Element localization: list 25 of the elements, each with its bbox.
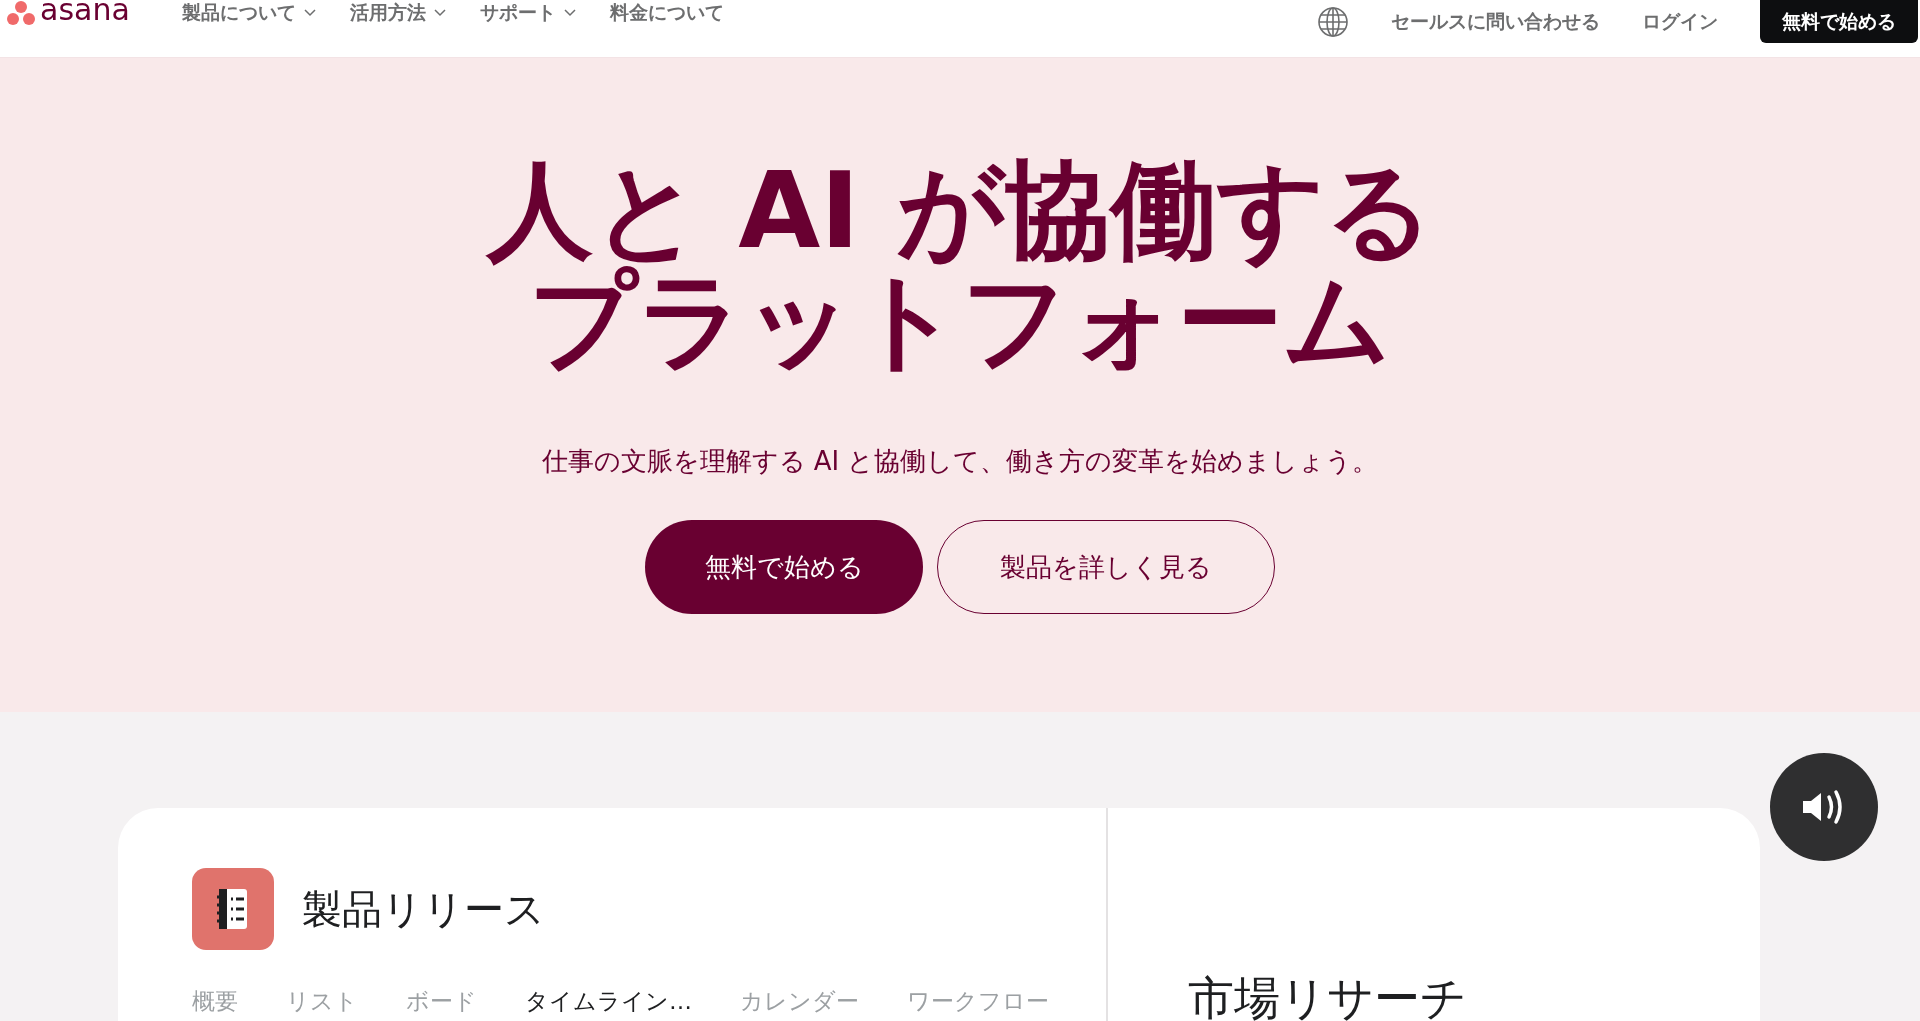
- logo-icon: [6, 0, 36, 26]
- project-tab[interactable]: カレンダー: [740, 986, 859, 1017]
- nav-menu-item[interactable]: 製品について: [181, 0, 316, 26]
- project-tab[interactable]: 概要: [192, 986, 238, 1017]
- nav-menu-item[interactable]: 活用方法: [349, 0, 446, 26]
- logo-wordmark[interactable]: asana: [40, 0, 130, 25]
- chevron-icon: [433, 9, 446, 17]
- signup-button[interactable]: 無料で始める: [1760, 0, 1918, 43]
- side-title: 市場リサーチ: [1188, 970, 1467, 1021]
- nav-menu-item[interactable]: サポート: [479, 0, 576, 26]
- login-link[interactable]: ログイン: [1642, 8, 1718, 35]
- project-tab[interactable]: リスト: [286, 986, 358, 1017]
- project-tab[interactable]: タイムライン…: [525, 986, 692, 1017]
- hero-subtitle: 仕事の文脈を理解する AI と協働して、働き方の変革を始めましょう。: [540, 445, 1380, 478]
- nav-menu-item[interactable]: 料金について: [609, 0, 724, 26]
- project-tab[interactable]: ワークフロー: [907, 986, 1049, 1017]
- hero-title: 人と AI が協働する プラットフォーム: [487, 156, 1433, 376]
- contact-sales-link[interactable]: セールスに問い合わせる: [1391, 8, 1600, 35]
- notebook-icon: [192, 868, 274, 950]
- globe-icon[interactable]: [1317, 5, 1349, 38]
- start-free-button[interactable]: 無料で始める: [645, 520, 923, 614]
- chevron-icon: [303, 9, 316, 17]
- project-title: 製品リリース: [302, 884, 545, 934]
- project-tab[interactable]: ボード: [406, 986, 477, 1017]
- chevron-icon: [563, 9, 576, 17]
